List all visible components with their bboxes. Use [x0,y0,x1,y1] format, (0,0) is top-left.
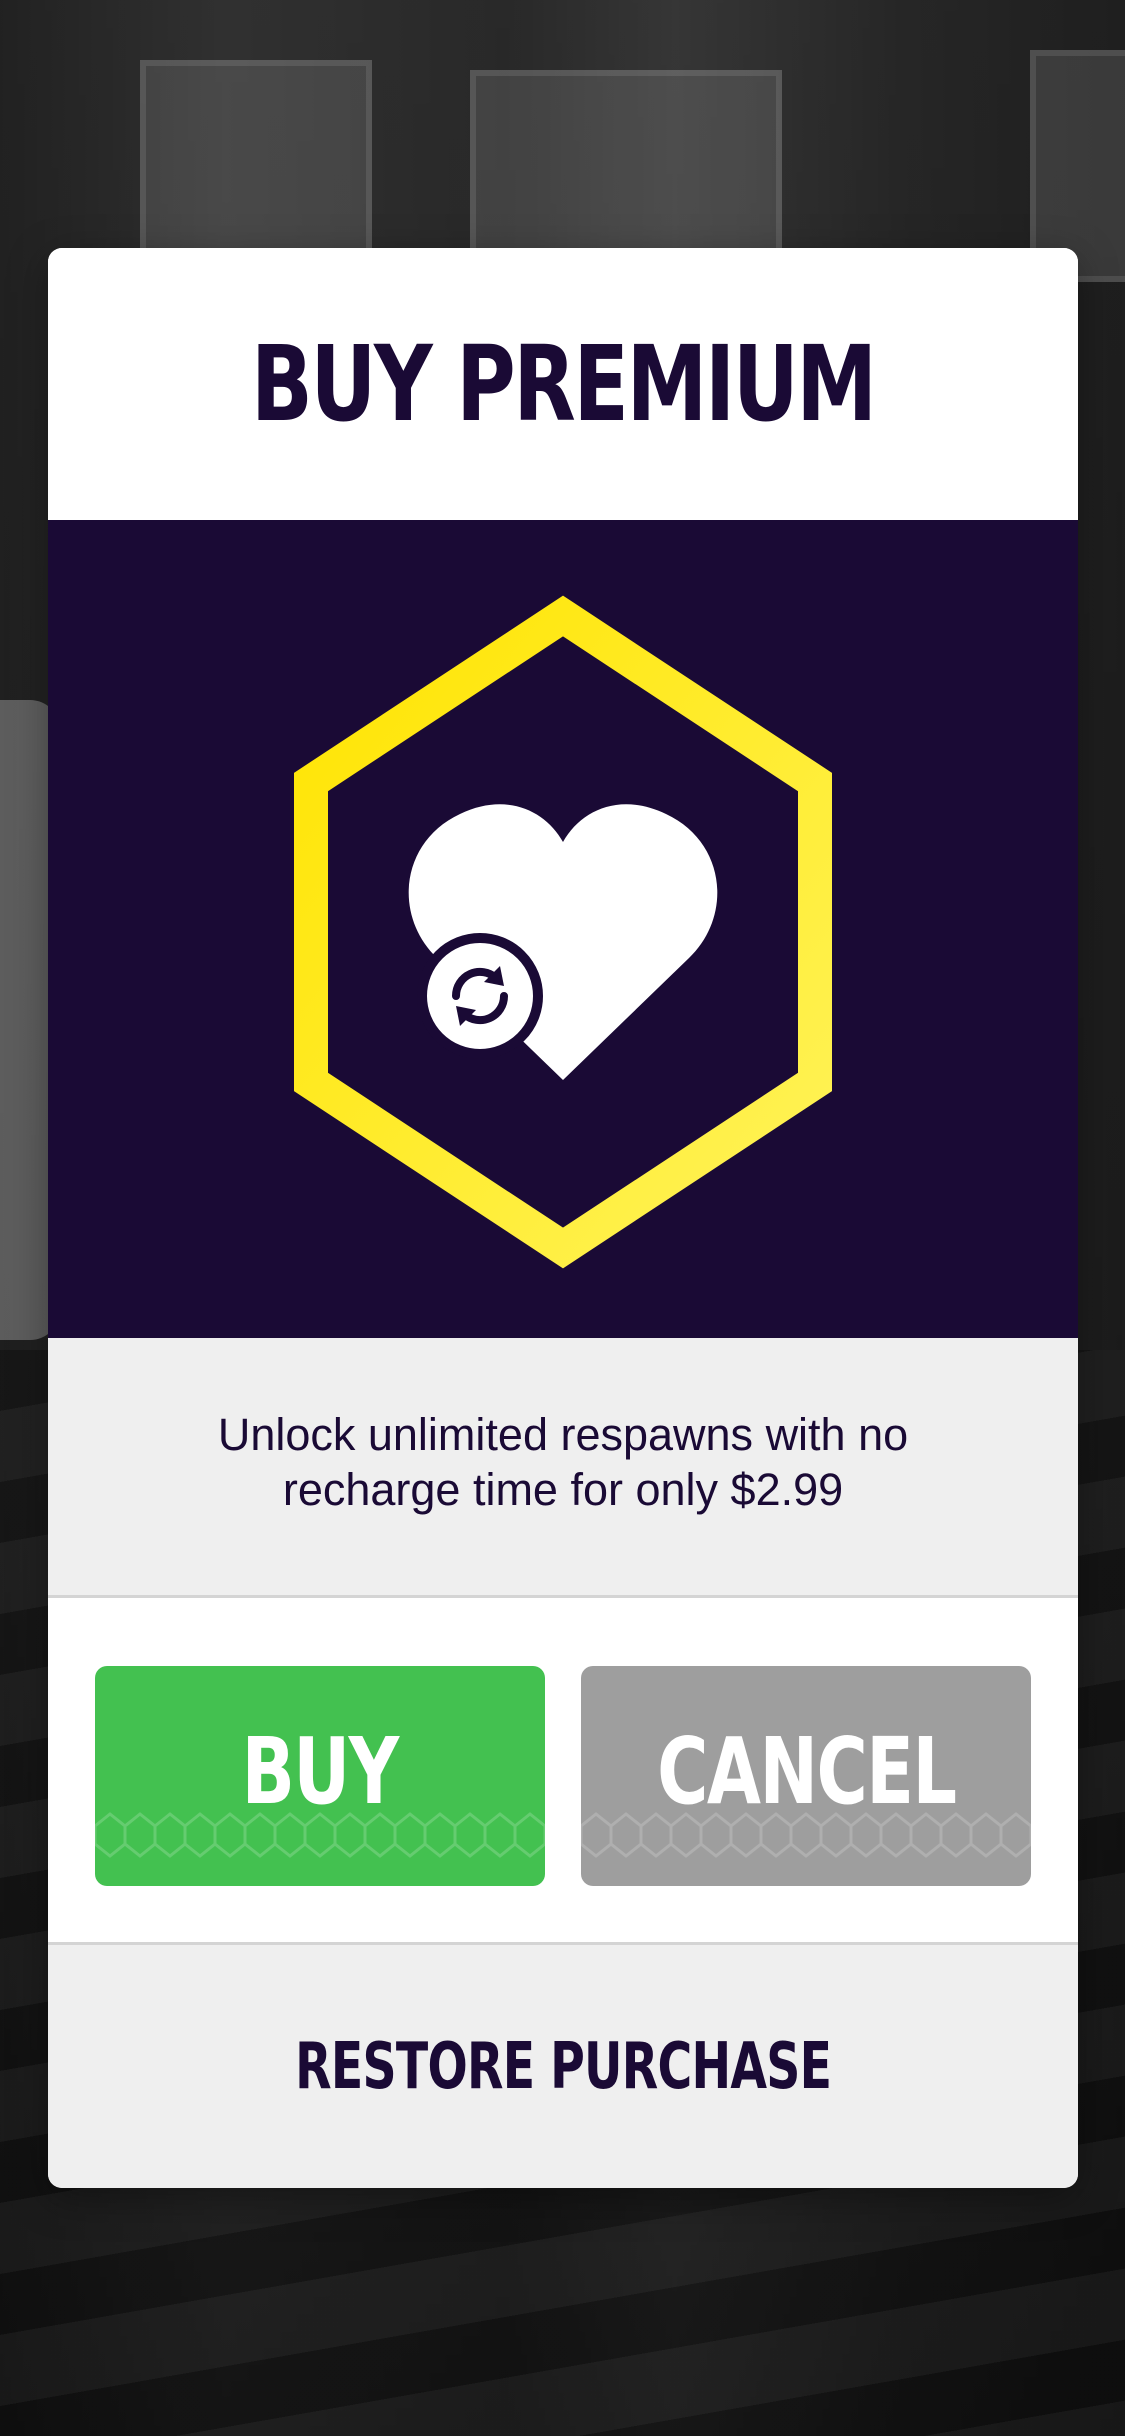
buy-premium-dialog: BUY PREMIUM Unlock unlimited respawns wi… [48,248,1078,2188]
heart-with-refresh-icon [294,595,832,1269]
cancel-button[interactable]: CANCEL [581,1666,1031,1886]
action-buttons-row: BUY CANCEL [48,1598,1078,1945]
offer-description: Unlock unlimited respawns with no rechar… [217,1408,909,1515]
description-section: Unlock unlimited respawns with no rechar… [48,1338,1078,1598]
buy-button-label: BUY [241,1717,400,1825]
background-window [140,60,372,272]
cancel-button-label: CANCEL [656,1717,957,1825]
restore-purchase-button[interactable]: RESTORE PURCHASE [295,2030,832,2104]
dialog-header: BUY PREMIUM [48,248,1078,520]
dialog-title: BUY PREMIUM [251,323,877,445]
refresh-badge [417,933,543,1059]
restore-purchase-section: RESTORE PURCHASE [48,1945,1078,2188]
background-window [470,70,782,272]
premium-hero-panel [48,520,1078,1338]
buy-button[interactable]: BUY [95,1666,545,1886]
